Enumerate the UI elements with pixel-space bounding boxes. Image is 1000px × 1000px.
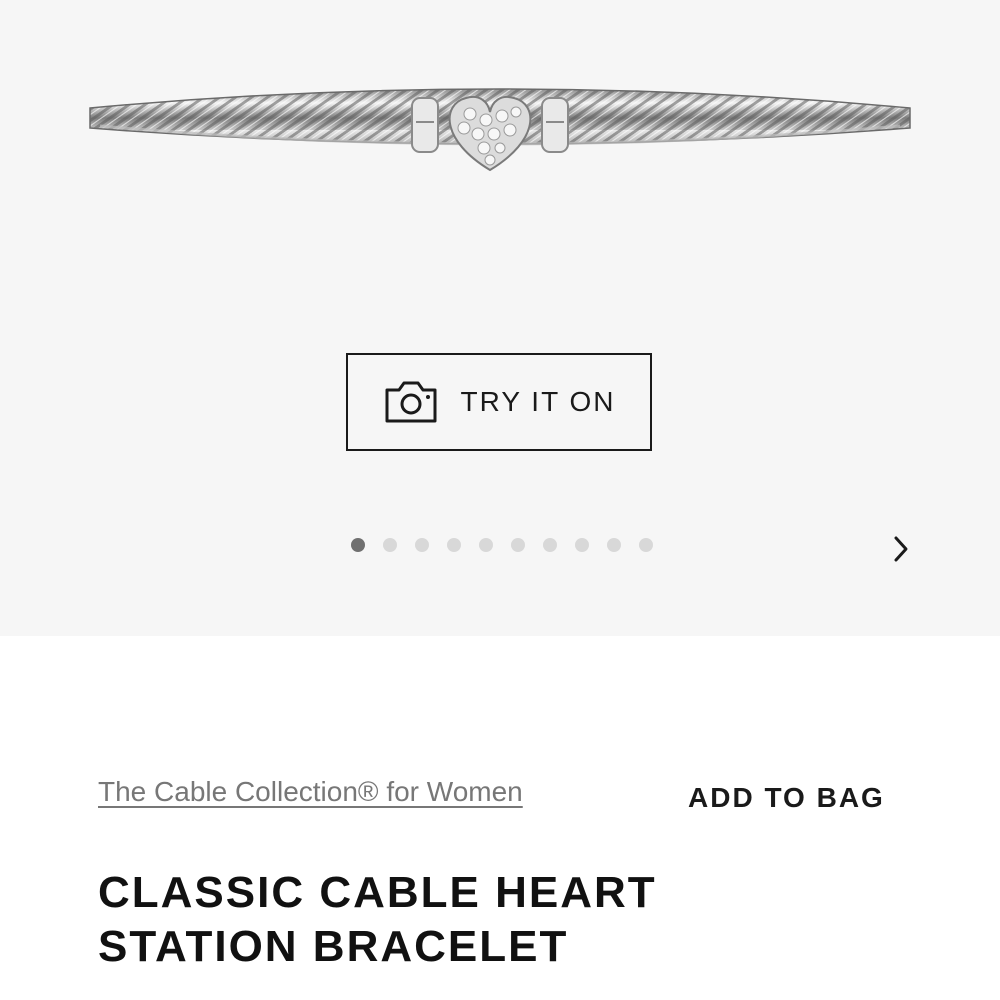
carousel-dot[interactable] (543, 538, 557, 552)
carousel-dot[interactable] (607, 538, 621, 552)
product-title-line: CLASSIC CABLE HEART (98, 868, 657, 917)
camera-icon (385, 381, 437, 423)
carousel-dot[interactable] (351, 538, 365, 552)
bracelet-product-image[interactable] (80, 70, 920, 180)
carousel-dot[interactable] (639, 538, 653, 552)
carousel-pagination (351, 538, 653, 552)
try-it-on-label: TRY IT ON (460, 386, 616, 417)
product-title: CLASSIC CABLE HEART STATION BRACELET (98, 866, 858, 974)
carousel-dot[interactable] (415, 538, 429, 552)
chevron-right-icon[interactable] (886, 532, 916, 566)
carousel-dot[interactable] (511, 538, 525, 552)
carousel-dot[interactable] (447, 538, 461, 552)
try-it-on-button[interactable]: TRY IT ON (346, 353, 652, 451)
carousel-dot[interactable] (383, 538, 397, 552)
product-image-gallery: TRY IT ON (0, 0, 1000, 636)
product-title-line: STATION BRACELET (98, 922, 569, 971)
carousel-dot[interactable] (575, 538, 589, 552)
add-to-bag-button[interactable]: ADD TO BAG (688, 782, 885, 814)
carousel-dot[interactable] (479, 538, 493, 552)
collection-link[interactable]: The Cable Collection® for Women (98, 776, 523, 808)
